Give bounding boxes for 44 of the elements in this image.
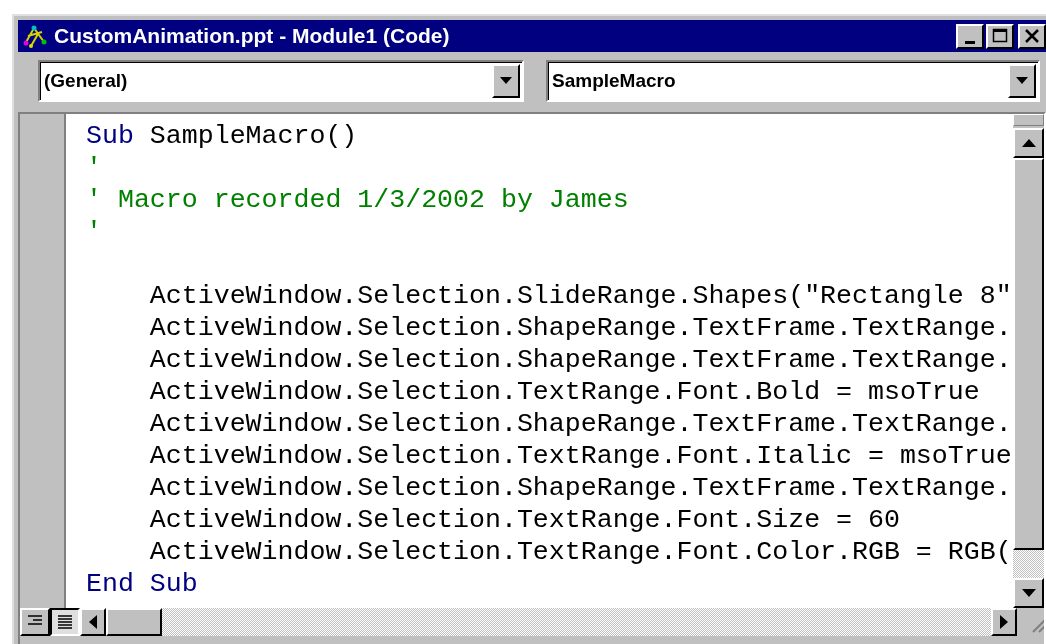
left-arrow-icon bbox=[89, 615, 97, 629]
minimize-icon bbox=[965, 40, 975, 44]
scroll-right-button[interactable] bbox=[991, 608, 1017, 636]
caret-icon bbox=[500, 77, 512, 85]
maximize-icon bbox=[992, 28, 1008, 44]
code-line: ActiveWindow.Selection.TextRange.Font.Bold = msoTrue bbox=[148, 376, 981, 408]
down-arrow-icon bbox=[1021, 589, 1036, 597]
scroll-thumb[interactable] bbox=[1013, 158, 1044, 550]
code-line: Sub SampleMacro() bbox=[86, 120, 359, 152]
up-arrow-icon bbox=[1021, 139, 1036, 147]
procedure-dropdown[interactable]: SampleMacro bbox=[546, 60, 1040, 102]
lines-icon bbox=[55, 612, 75, 632]
window-title: CustomAnimation.ppt - Module1 (Code) bbox=[54, 24, 451, 48]
scroll-thumb[interactable] bbox=[106, 608, 162, 636]
close-icon bbox=[1024, 28, 1040, 44]
vertical-scrollbar[interactable] bbox=[1013, 114, 1044, 608]
code-line: ActiveWindow.Selection.TextRange.Font.Size = 60 bbox=[148, 504, 901, 536]
minimize-button[interactable] bbox=[956, 23, 984, 49]
right-arrow-icon bbox=[1000, 615, 1008, 629]
code-line: End Sub bbox=[86, 568, 199, 600]
dropdown-arrow-button[interactable] bbox=[492, 64, 520, 98]
caret-icon bbox=[1016, 77, 1028, 85]
full-module-view-button[interactable] bbox=[50, 608, 80, 636]
code-line: ActiveWindow.Selection.ShapeRange.TextFrame.TextRange. bbox=[148, 472, 1013, 504]
code-line: ' bbox=[86, 216, 103, 248]
close-button[interactable] bbox=[1018, 23, 1046, 49]
code-line: ActiveWindow.Selection.ShapeRange.TextFrame.TextRange. bbox=[148, 312, 1013, 344]
split-bar[interactable] bbox=[1013, 114, 1044, 126]
dropdown-arrow-button[interactable] bbox=[1008, 64, 1036, 98]
app-icon bbox=[22, 24, 48, 48]
code-line: ' bbox=[86, 152, 103, 184]
scroll-up-button[interactable] bbox=[1013, 128, 1044, 158]
object-dropdown[interactable]: (General) bbox=[38, 60, 524, 102]
code-line: ActiveWindow.Selection.TextRange.Font.Italic = msoTrue bbox=[148, 440, 1013, 472]
procedure-view-button[interactable] bbox=[20, 608, 50, 636]
scroll-left-button[interactable] bbox=[80, 608, 106, 636]
code-line: ActiveWindow.Selection.TextRange.Font.Color.RGB = RGB( bbox=[148, 536, 1013, 568]
code-line: ' Macro recorded 1/3/2002 by James bbox=[86, 184, 630, 216]
maximize-button[interactable] bbox=[986, 23, 1014, 49]
scroll-down-button[interactable] bbox=[1013, 578, 1044, 608]
code-line: ActiveWindow.Selection.ShapeRange.TextFrame.TextRange. bbox=[148, 408, 1013, 440]
code-line: ActiveWindow.Selection.ShapeRange.TextFrame.TextRange. bbox=[148, 344, 1013, 376]
code-line: ActiveWindow.Selection.SlideRange.Shapes("Rectangle 8" bbox=[148, 280, 1013, 312]
code-editor[interactable] bbox=[66, 114, 1013, 608]
